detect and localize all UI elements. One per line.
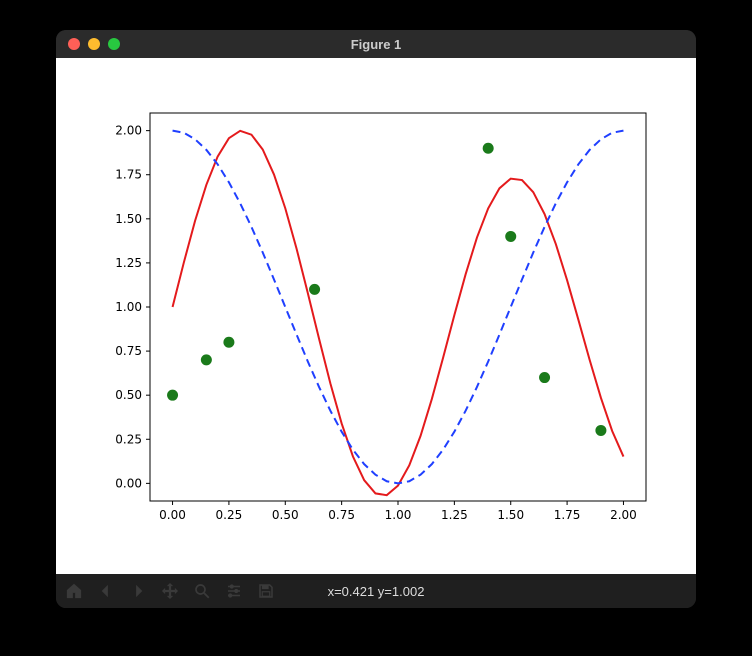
zoom-icon[interactable] (108, 38, 120, 50)
axes-frame (150, 113, 646, 501)
configure-subplots-button[interactable] (218, 576, 250, 606)
figure-canvas[interactable]: 0.00 0.25 0.50 0.75 1.00 1.25 1.50 1.75 2.00 0.0… (56, 58, 696, 574)
y-tick-label: 1.25 (115, 256, 142, 270)
y-tick-label: 2.00 (115, 124, 142, 138)
window-title: Figure 1 (56, 37, 696, 52)
x-tick-label: 0.25 (216, 508, 243, 522)
x-tick-label: 1.50 (497, 508, 524, 522)
close-icon[interactable] (68, 38, 80, 50)
x-tick-label: 0.75 (328, 508, 355, 522)
series-green-scatter (167, 143, 606, 436)
y-tick-label: 0.75 (115, 344, 142, 358)
arrow-right-icon (129, 582, 147, 600)
save-icon (257, 582, 275, 600)
y-tick-label: 0.25 (115, 432, 142, 446)
y-ticks: 0.00 0.25 0.50 0.75 1.00 1.25 1.50 1.75 2.00 (115, 124, 150, 491)
minimize-icon[interactable] (88, 38, 100, 50)
move-icon (161, 582, 179, 600)
y-tick-label: 1.75 (115, 168, 142, 182)
scatter-point (201, 354, 212, 365)
titlebar: Figure 1 (56, 30, 696, 58)
figure-window: Figure 1 0.00 0.25 0.50 0.75 1.00 1.25 1.50 1.7… (56, 30, 696, 608)
scatter-point (539, 372, 550, 383)
plot-svg: 0.00 0.25 0.50 0.75 1.00 1.25 1.50 1.75 2.00 0.0… (56, 58, 696, 574)
toolbar: x=0.421 y=1.002 (56, 574, 696, 608)
scatter-point (223, 337, 234, 348)
zoom-button[interactable] (186, 576, 218, 606)
series-blue-dashed (173, 131, 624, 484)
x-ticks: 0.00 0.25 0.50 0.75 1.00 1.25 1.50 1.75 2.00 (159, 501, 637, 522)
scatter-point (167, 390, 178, 401)
x-tick-label: 1.00 (385, 508, 412, 522)
y-tick-label: 1.50 (115, 212, 142, 226)
scatter-point (595, 425, 606, 436)
home-icon (65, 582, 83, 600)
home-button[interactable] (58, 576, 90, 606)
scatter-point (309, 284, 320, 295)
arrow-left-icon (97, 582, 115, 600)
pan-button[interactable] (154, 576, 186, 606)
save-button[interactable] (250, 576, 282, 606)
series-red-solid (173, 131, 624, 495)
x-tick-label: 1.75 (554, 508, 581, 522)
x-tick-label: 0.50 (272, 508, 299, 522)
x-tick-label: 0.00 (159, 508, 186, 522)
window-controls (56, 38, 120, 50)
search-icon (193, 582, 211, 600)
back-button[interactable] (90, 576, 122, 606)
x-tick-label: 2.00 (610, 508, 637, 522)
y-tick-label: 1.00 (115, 300, 142, 314)
x-tick-label: 1.25 (441, 508, 468, 522)
scatter-point (505, 231, 516, 242)
sliders-icon (225, 582, 243, 600)
forward-button[interactable] (122, 576, 154, 606)
y-tick-label: 0.50 (115, 388, 142, 402)
scatter-point (483, 143, 494, 154)
y-tick-label: 0.00 (115, 476, 142, 490)
coord-readout: x=0.421 y=1.002 (328, 584, 425, 599)
